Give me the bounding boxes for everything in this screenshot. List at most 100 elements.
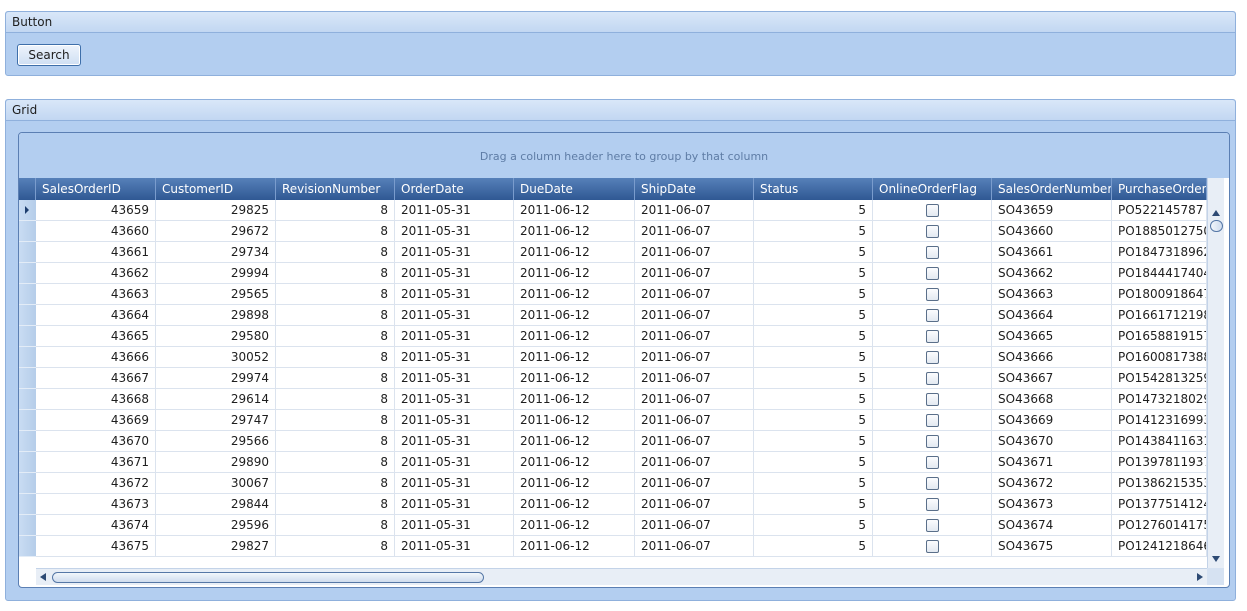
cell-salesordernumber[interactable]: SO43671 bbox=[992, 452, 1112, 473]
row-indicator[interactable] bbox=[19, 305, 36, 326]
cell-revisionnumber[interactable]: 8 bbox=[276, 326, 395, 347]
cell-orderdate[interactable]: 2011-05-31 bbox=[395, 410, 514, 431]
cell-revisionnumber[interactable]: 8 bbox=[276, 284, 395, 305]
cell-salesorderid[interactable]: 43660 bbox=[36, 221, 156, 242]
column-header-duedate[interactable]: DueDate bbox=[514, 178, 635, 200]
table-row[interactable]: 43668 29614 8 2011-05-31 2011-06-12 2011-06-0… bbox=[19, 389, 1207, 410]
horizontal-scroll-thumb[interactable] bbox=[52, 572, 484, 583]
cell-status[interactable]: 5 bbox=[754, 473, 873, 494]
cell-status[interactable]: 5 bbox=[754, 494, 873, 515]
cell-onlineorderflag[interactable] bbox=[873, 410, 992, 431]
cell-duedate[interactable]: 2011-06-12 bbox=[514, 389, 635, 410]
cell-duedate[interactable]: 2011-06-12 bbox=[514, 200, 635, 221]
cell-salesordernumber[interactable]: SO43660 bbox=[992, 221, 1112, 242]
scroll-left-arrow-icon[interactable] bbox=[40, 573, 46, 581]
column-header-customerid[interactable]: CustomerID bbox=[156, 178, 276, 200]
cell-onlineorderflag[interactable] bbox=[873, 263, 992, 284]
cell-revisionnumber[interactable]: 8 bbox=[276, 221, 395, 242]
cell-salesorderid[interactable]: 43666 bbox=[36, 347, 156, 368]
column-header-salesorderid[interactable]: SalesOrderID bbox=[36, 178, 156, 200]
cell-customerid[interactable]: 30052 bbox=[156, 347, 276, 368]
cell-status[interactable]: 5 bbox=[754, 515, 873, 536]
cell-status[interactable]: 5 bbox=[754, 284, 873, 305]
cell-salesordernumber[interactable]: SO43668 bbox=[992, 389, 1112, 410]
cell-onlineorderflag[interactable] bbox=[873, 515, 992, 536]
cell-revisionnumber[interactable]: 8 bbox=[276, 305, 395, 326]
cell-status[interactable]: 5 bbox=[754, 452, 873, 473]
cell-customerid[interactable]: 29614 bbox=[156, 389, 276, 410]
column-header-purchaseordernumber[interactable]: PurchaseOrderN bbox=[1112, 178, 1207, 200]
column-header-onlineorderflag[interactable]: OnlineOrderFlag bbox=[873, 178, 992, 200]
cell-status[interactable]: 5 bbox=[754, 263, 873, 284]
cell-status[interactable]: 5 bbox=[754, 431, 873, 452]
cell-purchaseordernumber[interactable]: PO13862153537 bbox=[1112, 473, 1207, 494]
column-header-revisionnumber[interactable]: RevisionNumber bbox=[276, 178, 395, 200]
table-row[interactable]: 43663 29565 8 2011-05-31 2011-06-12 2011-06-0… bbox=[19, 284, 1207, 305]
cell-salesordernumber[interactable]: SO43659 bbox=[992, 200, 1112, 221]
cell-salesordernumber[interactable]: SO43663 bbox=[992, 284, 1112, 305]
cell-onlineorderflag[interactable] bbox=[873, 200, 992, 221]
cell-purchaseordernumber[interactable]: PO13978119376 bbox=[1112, 452, 1207, 473]
table-row[interactable]: 43675 29827 8 2011-05-31 2011-06-12 2011-06-0… bbox=[19, 536, 1207, 557]
cell-revisionnumber[interactable]: 8 bbox=[276, 347, 395, 368]
cell-orderdate[interactable]: 2011-05-31 bbox=[395, 284, 514, 305]
cell-salesorderid[interactable]: 43673 bbox=[36, 494, 156, 515]
cell-salesordernumber[interactable]: SO43666 bbox=[992, 347, 1112, 368]
cell-shipdate[interactable]: 2011-06-07 bbox=[635, 284, 754, 305]
table-row[interactable]: 43670 29566 8 2011-05-31 2011-06-12 2011-06-0… bbox=[19, 431, 1207, 452]
column-header-orderdate[interactable]: OrderDate bbox=[395, 178, 514, 200]
cell-onlineorderflag[interactable] bbox=[873, 536, 992, 557]
online-order-checkbox[interactable] bbox=[925, 287, 939, 301]
row-indicator[interactable] bbox=[19, 410, 36, 431]
online-order-checkbox[interactable] bbox=[925, 203, 939, 217]
cell-customerid[interactable]: 29596 bbox=[156, 515, 276, 536]
cell-onlineorderflag[interactable] bbox=[873, 305, 992, 326]
row-indicator[interactable] bbox=[19, 389, 36, 410]
cell-onlineorderflag[interactable] bbox=[873, 389, 992, 410]
cell-customerid[interactable]: 29890 bbox=[156, 452, 276, 473]
cell-status[interactable]: 5 bbox=[754, 389, 873, 410]
cell-customerid[interactable]: 29844 bbox=[156, 494, 276, 515]
cell-salesordernumber[interactable]: SO43662 bbox=[992, 263, 1112, 284]
group-by-panel[interactable]: Drag a column header here to group by th… bbox=[19, 133, 1229, 178]
cell-duedate[interactable]: 2011-06-12 bbox=[514, 473, 635, 494]
cell-salesordernumber[interactable]: SO43661 bbox=[992, 242, 1112, 263]
row-indicator[interactable] bbox=[19, 368, 36, 389]
cell-revisionnumber[interactable]: 8 bbox=[276, 473, 395, 494]
cell-shipdate[interactable]: 2011-06-07 bbox=[635, 473, 754, 494]
cell-purchaseordernumber[interactable]: PO16008173883 bbox=[1112, 347, 1207, 368]
cell-onlineorderflag[interactable] bbox=[873, 347, 992, 368]
cell-purchaseordernumber[interactable]: PO15428132599 bbox=[1112, 368, 1207, 389]
cell-shipdate[interactable]: 2011-06-07 bbox=[635, 200, 754, 221]
cell-customerid[interactable]: 29825 bbox=[156, 200, 276, 221]
cell-duedate[interactable]: 2011-06-12 bbox=[514, 326, 635, 347]
cell-revisionnumber[interactable]: 8 bbox=[276, 263, 395, 284]
cell-shipdate[interactable]: 2011-06-07 bbox=[635, 263, 754, 284]
cell-salesorderid[interactable]: 43663 bbox=[36, 284, 156, 305]
cell-purchaseordernumber[interactable]: PO522145787 bbox=[1112, 200, 1207, 221]
cell-status[interactable]: 5 bbox=[754, 347, 873, 368]
cell-salesorderid[interactable]: 43667 bbox=[36, 368, 156, 389]
cell-shipdate[interactable]: 2011-06-07 bbox=[635, 347, 754, 368]
cell-status[interactable]: 5 bbox=[754, 368, 873, 389]
cell-duedate[interactable]: 2011-06-12 bbox=[514, 515, 635, 536]
table-row[interactable]: 43667 29974 8 2011-05-31 2011-06-12 2011-06-0… bbox=[19, 368, 1207, 389]
cell-salesorderid[interactable]: 43664 bbox=[36, 305, 156, 326]
table-row[interactable]: 43673 29844 8 2011-05-31 2011-06-12 2011-06-0… bbox=[19, 494, 1207, 515]
cell-salesordernumber[interactable]: SO43665 bbox=[992, 326, 1112, 347]
column-header-status[interactable]: Status bbox=[754, 178, 873, 200]
cell-purchaseordernumber[interactable]: PO14123169936 bbox=[1112, 410, 1207, 431]
cell-customerid[interactable]: 29734 bbox=[156, 242, 276, 263]
cell-purchaseordernumber[interactable]: PO12412186464 bbox=[1112, 536, 1207, 557]
cell-duedate[interactable]: 2011-06-12 bbox=[514, 242, 635, 263]
online-order-checkbox[interactable] bbox=[925, 371, 939, 385]
cell-orderdate[interactable]: 2011-05-31 bbox=[395, 452, 514, 473]
cell-onlineorderflag[interactable] bbox=[873, 221, 992, 242]
cell-salesorderid[interactable]: 43661 bbox=[36, 242, 156, 263]
cell-revisionnumber[interactable]: 8 bbox=[276, 200, 395, 221]
cell-onlineorderflag[interactable] bbox=[873, 431, 992, 452]
cell-orderdate[interactable]: 2011-05-31 bbox=[395, 242, 514, 263]
cell-status[interactable]: 5 bbox=[754, 305, 873, 326]
row-indicator[interactable] bbox=[19, 515, 36, 536]
online-order-checkbox[interactable] bbox=[925, 266, 939, 280]
